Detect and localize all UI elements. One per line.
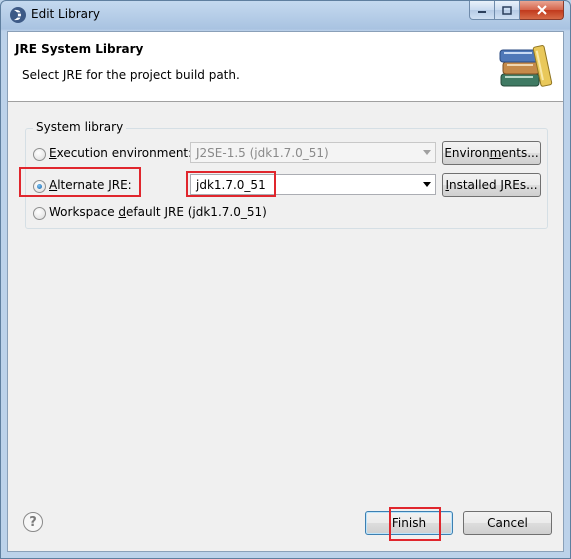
window-controls	[469, 1, 564, 20]
cancel-button[interactable]: Cancel	[463, 511, 552, 535]
chevron-down-icon	[423, 182, 431, 187]
minimize-button[interactable]	[469, 1, 495, 20]
close-icon	[536, 5, 547, 15]
minimize-icon	[478, 11, 486, 13]
help-icon: ?	[29, 514, 37, 530]
edit-library-dialog: Edit Library JRE System Library Select J…	[0, 0, 571, 559]
eclipse-app-icon	[10, 7, 26, 23]
workspace-default-radio[interactable]	[33, 207, 46, 220]
maximize-icon	[502, 5, 512, 15]
window-title: Edit Library	[31, 7, 101, 21]
alternate-jre-select[interactable]: jdk1.7.0_51	[190, 174, 436, 195]
chevron-down-icon	[423, 150, 431, 155]
execution-environment-label[interactable]: Execution environment:	[49, 146, 192, 160]
finish-button[interactable]: Finish	[365, 511, 453, 535]
dialog-header: JRE System Library Select JRE for the pr…	[8, 32, 563, 102]
dialog-body: JRE System Library Select JRE for the pr…	[7, 31, 564, 552]
maximize-button[interactable]	[495, 1, 520, 20]
help-button[interactable]: ?	[23, 512, 43, 532]
execution-environment-value: J2SE-1.5 (jdk1.7.0_51)	[196, 146, 329, 160]
alternate-jre-radio[interactable]	[33, 180, 46, 193]
execution-environment-select: J2SE-1.5 (jdk1.7.0_51)	[190, 142, 436, 163]
installed-jres-button[interactable]: Installed JREs...	[442, 173, 541, 197]
title-bar[interactable]: Edit Library	[1, 1, 570, 31]
alternate-jre-value: jdk1.7.0_51	[196, 178, 266, 192]
page-description: Select JRE for the project build path.	[22, 68, 240, 82]
environments-button[interactable]: Environ m ents...	[442, 141, 541, 165]
workspace-default-label[interactable]: Workspace default JRE (jdk1.7.0_51)	[49, 205, 267, 219]
alternate-jre-label[interactable]: Alternate JRE:	[49, 178, 132, 192]
execution-environment-radio[interactable]	[33, 148, 46, 161]
system-library-group-label: System library	[33, 120, 127, 134]
close-button[interactable]	[520, 1, 564, 20]
page-title: JRE System Library	[15, 42, 144, 56]
library-books-icon	[499, 45, 553, 87]
